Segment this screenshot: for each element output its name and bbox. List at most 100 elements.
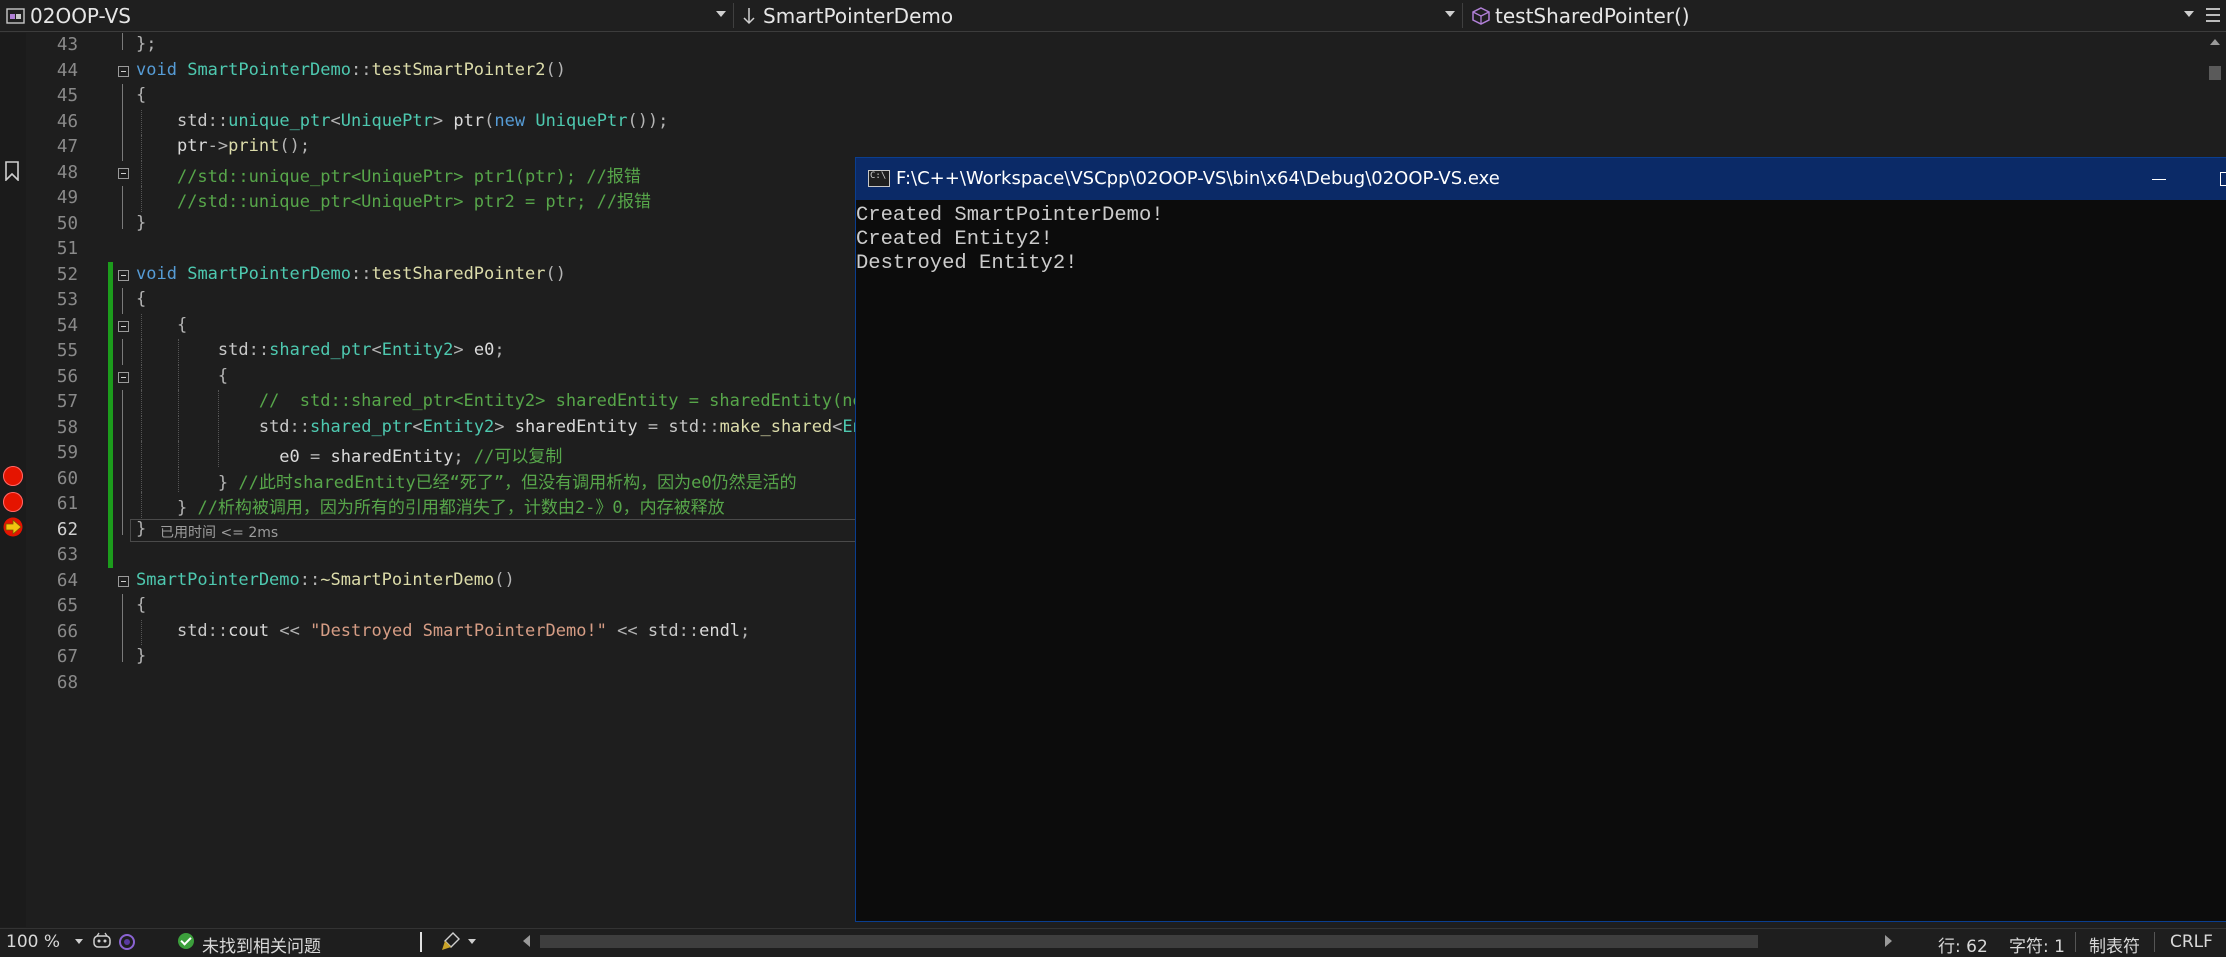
console-title: F:\C++\Workspace\VSCpp\02OOP-VS\bin\x64\…: [896, 168, 1500, 189]
line-number: 62: [56, 519, 78, 540]
code-text: void SmartPointerDemo::testSharedPointer…: [136, 263, 566, 284]
console-title-bar[interactable]: C:\ F:\C++\Workspace\VSCpp\02OOP-VS\bin\…: [856, 158, 2226, 200]
code-text: }: [136, 212, 147, 233]
code-text: e0 = sharedEntity; //可以复制: [279, 447, 563, 467]
line-number: 58: [56, 417, 78, 438]
method-cube-icon: [1472, 6, 1490, 25]
fold-guide: [122, 390, 123, 416]
fold-guide: [122, 619, 123, 645]
fold-guide: [122, 466, 123, 492]
debug-console-window[interactable]: C:\ F:\C++\Workspace\VSCpp\02OOP-VS\bin\…: [855, 157, 2226, 922]
scroll-up-icon[interactable]: [2210, 39, 2220, 45]
code-line[interactable]: 45 {: [0, 84, 2226, 110]
scroll-right-icon[interactable]: [1885, 935, 1892, 947]
line-number: 43: [56, 35, 78, 55]
code-text: }: [136, 518, 147, 539]
line-number: 54: [56, 315, 78, 336]
line-number: 60: [56, 468, 78, 489]
project-dropdown[interactable]: 02OOP-VS: [0, 0, 732, 31]
code-line[interactable]: 46 std::unique_ptr<UniquePtr> ptr(new Un…: [0, 109, 2226, 135]
line-number: 51: [56, 239, 78, 259]
scroll-left-icon[interactable]: [523, 935, 530, 947]
minimize-button[interactable]: [2136, 164, 2182, 194]
line-number: 68: [56, 672, 78, 693]
code-text: } //析构被调用，因为所有的引用都消失了，计数由2-》0，内存被释放: [176, 498, 725, 518]
issues-status[interactable]: 未找到相关问题: [202, 932, 321, 957]
scrollbar-thumb[interactable]: [2209, 66, 2221, 80]
line-number: 56: [56, 366, 78, 387]
code-text: std::cout << "Destroyed SmartPointerDemo…: [176, 620, 751, 641]
chevron-down-icon: [1445, 11, 1455, 17]
line-ending-indicator[interactable]: CRLF: [2170, 932, 2213, 952]
status-divider: [2154, 932, 2155, 952]
arrow-down-icon: [743, 7, 755, 24]
minimize-icon: [2152, 179, 2166, 180]
maximize-button[interactable]: [2204, 164, 2226, 194]
intellicode-icon[interactable]: [116, 931, 138, 951]
member-dropdown[interactable]: testSharedPointer(): [1465, 0, 2200, 31]
line-number: 47: [56, 137, 78, 157]
console-output[interactable]: Created SmartPointerDemo! Created Entity…: [856, 204, 2226, 276]
code-line[interactable]: 44 void SmartPointerDemo::testSmartPoint…: [0, 59, 2226, 85]
horizontal-scrollbar-thumb[interactable]: [540, 935, 1758, 948]
scope-dropdown[interactable]: SmartPointerDemo: [736, 0, 1461, 31]
code-text: {: [136, 289, 147, 309]
code-text: };: [136, 34, 157, 54]
code-text: void SmartPointerDemo::testSmartPointer2…: [136, 59, 566, 80]
line-number: 59: [56, 443, 78, 463]
code-cleanup-brush-icon[interactable]: [441, 931, 463, 951]
tabs-indicator[interactable]: 制表符: [2089, 932, 2140, 957]
code-text: {: [217, 365, 229, 386]
code-line[interactable]: 43 };: [0, 33, 2226, 59]
split-window-icon[interactable]: [2204, 4, 2222, 26]
fold-guide: [122, 517, 123, 535]
code-text: //std::unique_ptr<UniquePtr> ptr2 = ptr;…: [176, 192, 652, 212]
fold-guide: [122, 109, 123, 135]
line-number: 44: [56, 60, 78, 81]
chevron-down-icon[interactable]: [75, 939, 83, 944]
project-name: 02OOP-VS: [30, 3, 131, 28]
code-text: SmartPointerDemo::~SmartPointerDemo(): [136, 569, 515, 590]
collapse-icon[interactable]: [118, 575, 129, 587]
collapse-icon[interactable]: [118, 167, 129, 179]
char-indicator[interactable]: 字符: 1: [2009, 932, 2065, 957]
fold-guide: [122, 415, 123, 441]
collapse-icon[interactable]: [118, 371, 129, 383]
zoom-level[interactable]: 100 %: [6, 932, 60, 952]
code-text: {: [136, 595, 147, 615]
line-number: 67: [56, 647, 78, 667]
line-indicator[interactable]: 行: 62: [1938, 932, 1988, 957]
line-number: 63: [56, 545, 78, 565]
perf-tip-elapsed-time[interactable]: 已用时间 <= 2ms: [160, 522, 278, 542]
line-number: 48: [56, 162, 78, 183]
console-line: Created SmartPointerDemo!: [856, 204, 1164, 227]
code-text: {: [136, 85, 147, 105]
code-text: {: [176, 314, 188, 335]
editor-status-bar: 100 % 未找到相关问题 行: 62 字符: 1 制表符 CRLF: [0, 928, 2226, 957]
line-number: 65: [56, 596, 78, 616]
code-text: ptr->print();: [176, 136, 311, 156]
line-number: 50: [56, 213, 78, 234]
fold-guide: [122, 645, 123, 662]
copilot-icon[interactable]: [92, 931, 112, 951]
fold-guide: [122, 339, 123, 365]
code-text: std::shared_ptr<Entity2> sharedEntity = …: [258, 416, 873, 437]
line-number: 57: [56, 392, 78, 412]
collapse-icon[interactable]: [118, 65, 129, 77]
collapse-icon[interactable]: [118, 320, 129, 332]
fold-guide: [122, 492, 123, 518]
code-text: std::shared_ptr<Entity2> e0;: [217, 340, 505, 360]
chevron-down-icon[interactable]: [468, 939, 476, 944]
fold-guide: [122, 33, 123, 50]
member-name: testSharedPointer(): [1495, 3, 1690, 28]
project-icon: [6, 7, 25, 24]
nav-divider: [733, 3, 734, 28]
console-line: Destroyed Entity2!: [856, 252, 1078, 275]
line-number: 45: [56, 86, 78, 106]
line-number: 52: [56, 264, 78, 285]
fold-guide: [122, 186, 123, 212]
nav-divider: [1462, 3, 1463, 28]
fold-guide: [122, 211, 123, 229]
code-text: } //此时sharedEntity已经“死了”，但没有调用析构，因为e0仍然是…: [217, 472, 797, 493]
collapse-icon[interactable]: [118, 269, 129, 281]
